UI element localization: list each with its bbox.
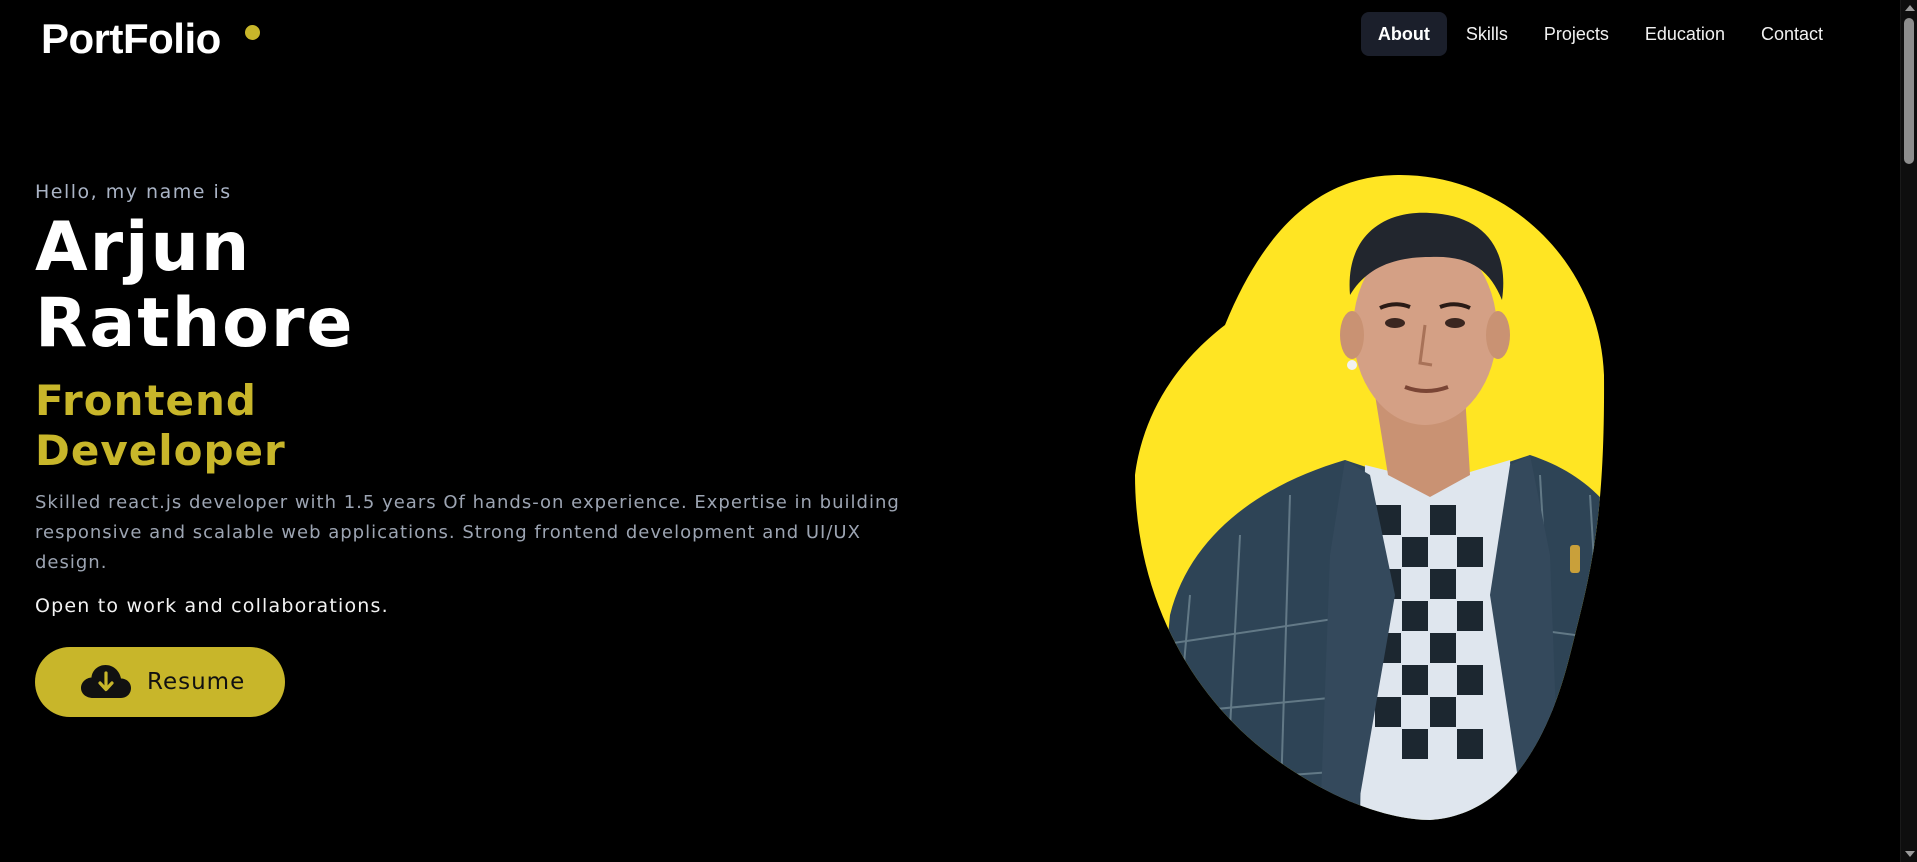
person-role: Frontend Developer xyxy=(35,376,286,475)
bio-description: Skilled react.js developer with 1.5 year… xyxy=(35,492,900,573)
person-name: Arjun Rathore xyxy=(35,208,355,363)
nav-skills[interactable]: Skills xyxy=(1449,12,1525,56)
resume-button[interactable]: Resume xyxy=(35,647,285,717)
nav-education[interactable]: Education xyxy=(1628,12,1742,56)
nav-contact[interactable]: Contact xyxy=(1744,12,1840,56)
profile-portrait xyxy=(1135,175,1605,820)
availability-text: Open to work and collaborations. xyxy=(35,595,389,617)
scroll-up-icon[interactable] xyxy=(1905,5,1915,11)
resume-button-label: Resume xyxy=(147,669,246,695)
scroll-thumb[interactable] xyxy=(1904,18,1914,164)
page-scrollbar[interactable] xyxy=(1900,0,1917,862)
nav-projects[interactable]: Projects xyxy=(1527,12,1626,56)
logo[interactable]: PortFolio xyxy=(41,14,221,64)
greeting-text: Hello, my name is xyxy=(35,181,232,203)
site-header: PortFolio About Skills Projects Educatio… xyxy=(0,0,1900,70)
portfolio-page: PortFolio About Skills Projects Educatio… xyxy=(0,0,1917,862)
scroll-down-icon[interactable] xyxy=(1905,851,1915,857)
cloud-download-icon xyxy=(81,665,131,698)
hero-section: Hello, my name is Arjun Rathore Frontend… xyxy=(35,178,935,620)
nav-about[interactable]: About xyxy=(1360,12,1447,56)
logo-dot-icon xyxy=(245,25,260,40)
main-nav: About Skills Projects Education Contact xyxy=(1360,12,1840,56)
